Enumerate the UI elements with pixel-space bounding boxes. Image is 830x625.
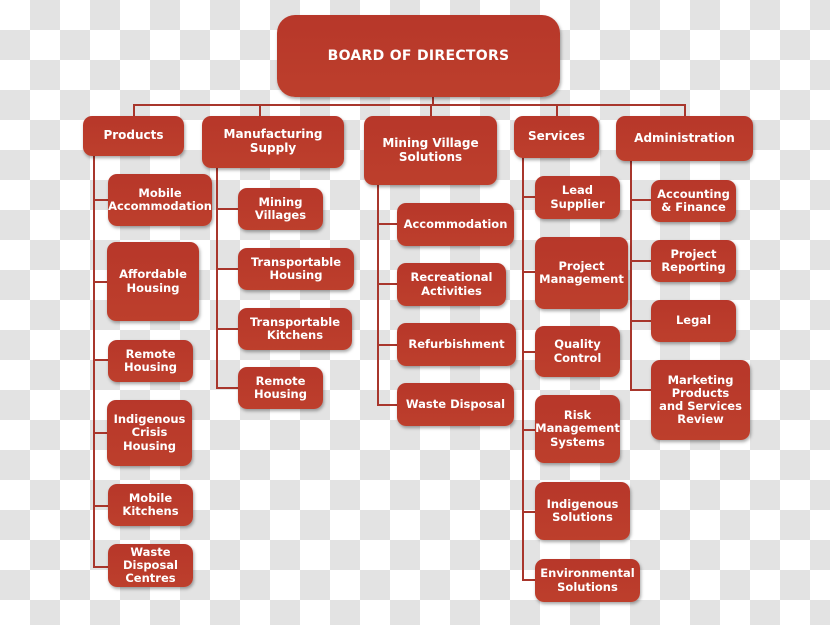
branch — [522, 271, 536, 273]
spine-services — [522, 157, 524, 580]
child-indigenous-solutions[interactable]: Indigenous Solutions — [535, 482, 630, 540]
branch — [522, 351, 536, 353]
dept-services[interactable]: Services — [514, 116, 599, 158]
child-indigenous-crisis-housing[interactable]: Indigenous Crisis Housing — [107, 400, 192, 466]
dept-manufacturing-supply[interactable]: Manufacturing Supply — [202, 116, 344, 168]
child-refurbishment[interactable]: Refurbishment — [397, 323, 516, 366]
child-accommodation[interactable]: Accommodation — [397, 203, 514, 246]
branch — [93, 432, 108, 434]
child-quality-control[interactable]: Quality Control — [535, 326, 620, 377]
child-risk-management-systems[interactable]: Risk Management Systems — [535, 395, 620, 463]
child-accounting-finance[interactable]: Accounting & Finance — [651, 180, 736, 222]
child-mobile-accommodation[interactable]: Mobile Accommodation — [108, 174, 212, 226]
branch — [377, 283, 398, 285]
child-waste-disposal[interactable]: Waste Disposal — [397, 383, 514, 426]
child-mobile-kitchens[interactable]: Mobile Kitchens — [108, 484, 193, 526]
spine-mining — [377, 184, 379, 406]
branch — [522, 196, 536, 198]
branch — [522, 429, 536, 431]
branch — [377, 344, 398, 346]
dept-mining-village-solutions[interactable]: Mining Village Solutions — [364, 116, 497, 185]
branch — [377, 223, 398, 225]
child-remote-housing[interactable]: Remote Housing — [108, 340, 193, 382]
branch — [93, 199, 109, 201]
child-lead-supplier[interactable]: Lead Supplier — [535, 176, 620, 219]
spine-admin — [630, 161, 632, 390]
branch — [377, 404, 398, 406]
branch — [630, 320, 652, 322]
branch — [630, 260, 652, 262]
branch — [93, 505, 109, 507]
child-affordable-housing[interactable]: Affordable Housing — [107, 242, 199, 321]
branch — [93, 281, 108, 283]
child-environmental-solutions[interactable]: Environmental Solutions — [535, 559, 640, 602]
child-project-management[interactable]: Project Management — [535, 237, 628, 309]
child-marketing-products-services-review[interactable]: Marketing Products and Services Review — [651, 360, 750, 440]
dept-administration[interactable]: Administration — [616, 116, 753, 161]
child-recreational-activities[interactable]: Recreational Activities — [397, 263, 506, 306]
branch — [522, 511, 536, 513]
branch — [216, 387, 238, 389]
branch — [216, 328, 238, 330]
spine-manufacturing — [216, 168, 218, 388]
child-transportable-kitchens[interactable]: Transportable Kitchens — [238, 308, 352, 350]
branch — [522, 579, 536, 581]
child-transportable-housing[interactable]: Transportable Housing — [238, 248, 354, 290]
dept-products[interactable]: Products — [83, 116, 184, 156]
branch — [93, 359, 109, 361]
org-chart: BOARD OF DIRECTORS Products Manufacturin… — [0, 0, 830, 625]
child-project-reporting[interactable]: Project Reporting — [651, 240, 736, 282]
branch — [216, 268, 238, 270]
board-of-directors[interactable]: BOARD OF DIRECTORS — [277, 15, 560, 97]
child-remote-housing-mfg[interactable]: Remote Housing — [238, 367, 323, 409]
branch — [216, 208, 238, 210]
connector-bus — [133, 104, 685, 106]
child-legal[interactable]: Legal — [651, 300, 736, 342]
branch — [630, 199, 652, 201]
branch — [630, 389, 652, 391]
child-mining-villages[interactable]: Mining Villages — [238, 188, 323, 230]
branch — [93, 566, 109, 568]
child-waste-disposal-centres[interactable]: Waste Disposal Centres — [108, 544, 193, 587]
